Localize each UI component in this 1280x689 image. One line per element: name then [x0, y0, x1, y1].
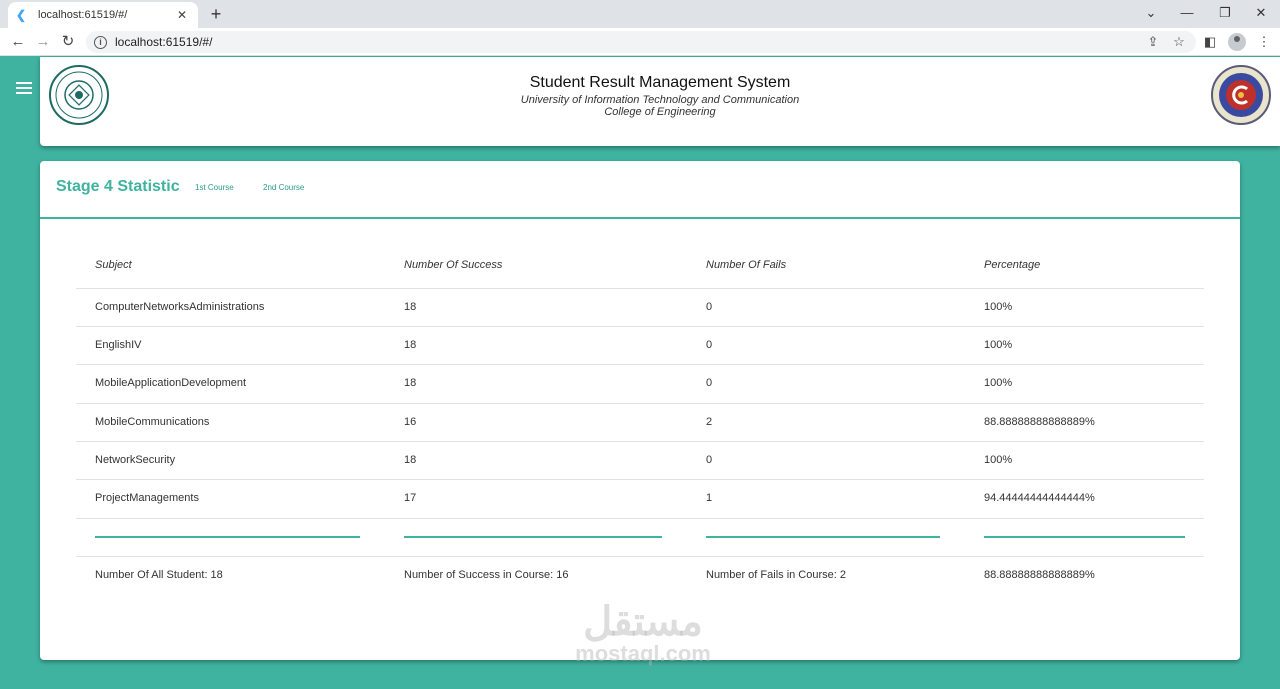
- row-divider: [76, 326, 1204, 327]
- close-tab-icon[interactable]: ✕: [174, 8, 190, 22]
- cell-success: 18: [404, 301, 417, 313]
- total-separator: [706, 536, 940, 538]
- summary-all-students: Number Of All Student: 18: [95, 569, 223, 581]
- header-percentage: Percentage: [984, 259, 1041, 271]
- cell-fails: 2: [706, 416, 713, 428]
- header-fails: Number Of Fails: [706, 259, 787, 271]
- header-success: Number Of Success: [404, 259, 503, 271]
- share-icon[interactable]: ⇪: [1143, 32, 1163, 52]
- tab-2nd-course[interactable]: 2nd Course: [263, 183, 304, 192]
- total-separator: [404, 536, 662, 538]
- cell-subject: MobileApplicationDevelopment: [95, 377, 247, 389]
- cell-success: 18: [404, 454, 417, 466]
- cell-percentage: 100%: [984, 301, 1013, 313]
- cell-fails: 1: [706, 492, 713, 504]
- total-separator: [95, 536, 360, 538]
- college-logo: [1211, 65, 1271, 125]
- row-divider: [76, 364, 1204, 365]
- browser-tab-strip: ❮ localhost:61519/#/ ✕ + ⌄ — ❐ ✕: [0, 0, 1280, 28]
- browser-tab[interactable]: ❮ localhost:61519/#/ ✕: [8, 2, 198, 28]
- cell-success: 18: [404, 339, 417, 351]
- cell-success: 17: [404, 492, 417, 504]
- url-text: localhost:61519/#/: [115, 35, 213, 49]
- new-tab-button[interactable]: +: [206, 4, 226, 24]
- app-title: Student Result Management System: [529, 74, 791, 91]
- cell-fails: 0: [706, 377, 713, 389]
- stage-title: Stage 4 Statistic: [56, 178, 180, 195]
- reload-button[interactable]: ↻: [58, 32, 78, 52]
- address-bar[interactable]: i localhost:61519/#/: [86, 31, 1196, 53]
- back-button[interactable]: ←: [8, 32, 28, 52]
- cell-success: 16: [404, 416, 417, 428]
- flutter-icon: ❮: [16, 8, 27, 22]
- window-close-button[interactable]: ✕: [1244, 2, 1278, 24]
- row-divider: [76, 479, 1204, 480]
- header-subject: Subject: [95, 259, 132, 271]
- cell-subject: ProjectManagements: [95, 492, 199, 504]
- cell-percentage: 100%: [984, 454, 1013, 466]
- university-name: University of Information Technology and…: [520, 94, 800, 106]
- side-panel-icon[interactable]: ◧: [1200, 32, 1220, 52]
- row-divider: [76, 518, 1204, 519]
- browser-toolbar: ← → ↻ i localhost:61519/#/ ⇪ ☆ ◧ ⋮: [0, 28, 1280, 56]
- header-card: Student Result Management System Univers…: [40, 57, 1280, 146]
- row-divider: [76, 441, 1204, 442]
- tab-search-icon[interactable]: ⌄: [1134, 2, 1168, 24]
- summary-fails: Number of Fails in Course: 2: [706, 569, 846, 581]
- college-name: College of Engineering: [604, 106, 716, 118]
- site-info-icon[interactable]: i: [94, 35, 107, 49]
- cell-percentage: 88.88888888888889%: [984, 416, 1095, 428]
- profile-avatar[interactable]: [1228, 33, 1246, 51]
- cell-subject: NetworkSecurity: [95, 454, 176, 466]
- more-menu-icon[interactable]: ⋮: [1254, 32, 1274, 52]
- tab-1st-course[interactable]: 1st Course: [195, 183, 234, 192]
- card-header: Stage 4 Statistic 1st Course 2nd Course: [40, 161, 1240, 219]
- cell-subject: MobileCommunications: [95, 416, 210, 428]
- statistics-card: Stage 4 Statistic 1st Course 2nd Course …: [40, 161, 1240, 660]
- cell-percentage: 100%: [984, 339, 1013, 351]
- summary-percentage: 88.88888888888889%: [984, 569, 1095, 581]
- cell-percentage: 94.44444444444444%: [984, 492, 1095, 504]
- restore-button[interactable]: ❐: [1208, 2, 1242, 24]
- hamburger-menu-icon[interactable]: [16, 82, 32, 94]
- cell-percentage: 100%: [984, 377, 1013, 389]
- cell-fails: 0: [706, 301, 713, 313]
- bookmark-star-icon[interactable]: ☆: [1169, 32, 1189, 52]
- minimize-button[interactable]: —: [1170, 2, 1204, 24]
- cell-success: 18: [404, 377, 417, 389]
- forward-button[interactable]: →: [33, 32, 53, 52]
- cell-fails: 0: [706, 454, 713, 466]
- tab-title: localhost:61519/#/: [38, 9, 128, 21]
- row-divider: [76, 403, 1204, 404]
- summary-success: Number of Success in Course: 16: [404, 569, 569, 581]
- cell-subject: EnglishIV: [95, 339, 142, 351]
- total-separator: [984, 536, 1185, 538]
- row-divider: [76, 288, 1204, 289]
- cell-fails: 0: [706, 339, 713, 351]
- row-divider: [76, 556, 1204, 557]
- cell-subject: ComputerNetworksAdministrations: [95, 301, 265, 313]
